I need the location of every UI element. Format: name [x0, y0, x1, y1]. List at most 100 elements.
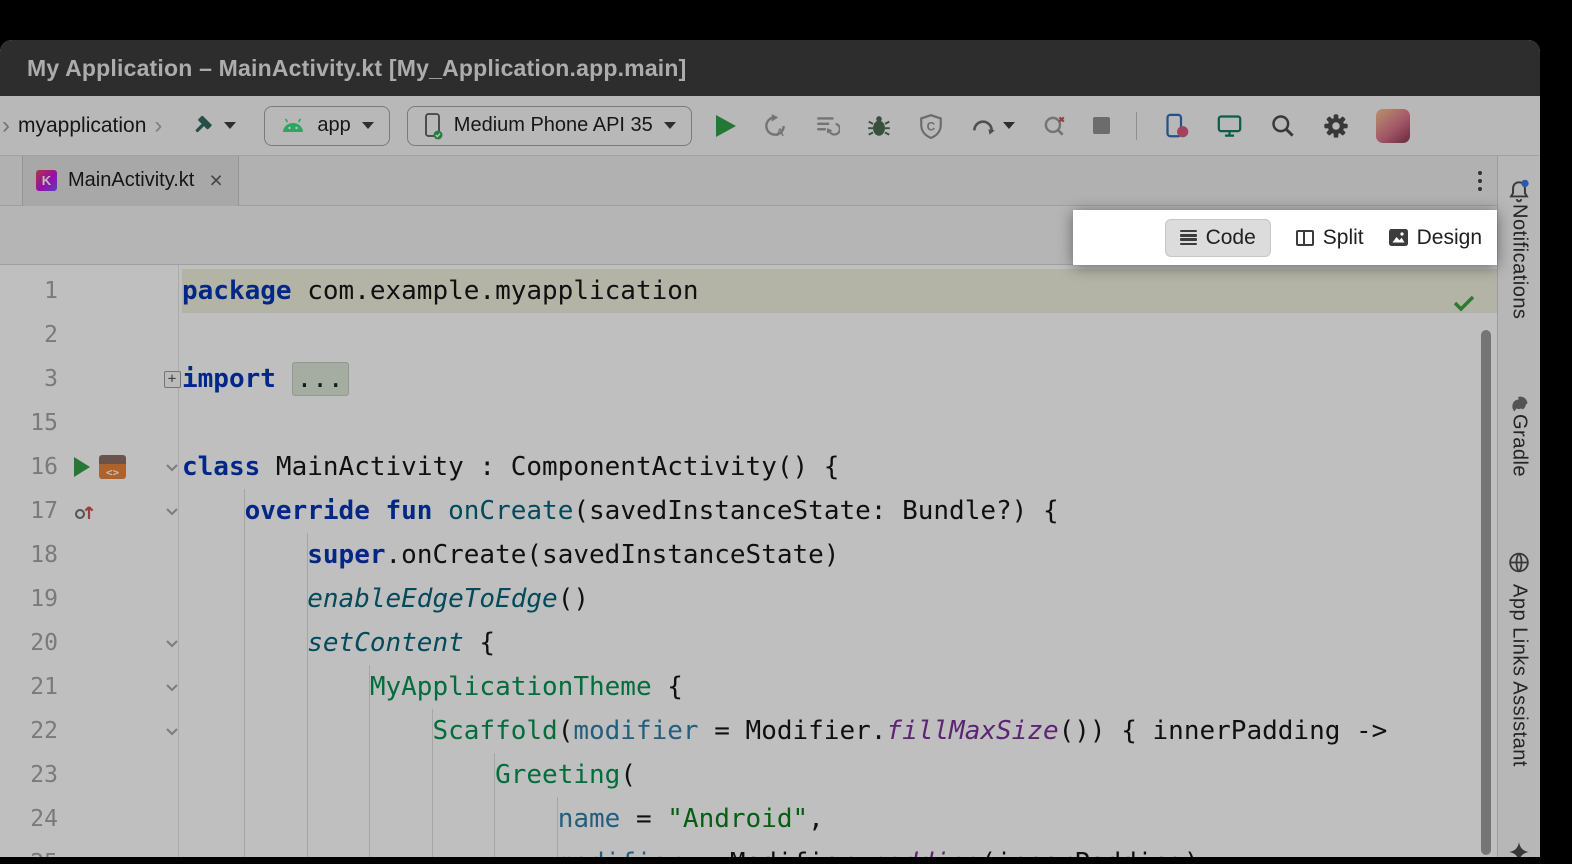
android-studio-window: My Application – MainActivity.kt [My_App…	[0, 40, 1540, 857]
svg-text:C: C	[926, 119, 935, 133]
phone-device-icon	[423, 112, 443, 140]
code-line[interactable]: 15	[0, 401, 1497, 445]
design-view-icon	[1389, 229, 1408, 246]
code-line[interactable]: 23 Greeting(	[0, 753, 1497, 797]
line-number: 21	[0, 665, 58, 709]
profiler-caret-icon	[1003, 122, 1015, 129]
running-devices-icon[interactable]	[1216, 112, 1243, 139]
apply-changes-icon[interactable]: A	[762, 113, 788, 139]
settings-gear-icon[interactable]	[1322, 112, 1350, 140]
overriding-method-icon[interactable]	[74, 500, 96, 522]
run-button[interactable]	[716, 115, 736, 137]
device-label: Medium Phone API 35	[454, 114, 653, 137]
view-mode-code-button[interactable]: Code	[1165, 219, 1271, 257]
gutter-icons: <>	[58, 455, 162, 479]
window-titlebar[interactable]: My Application – MainActivity.kt [My_App…	[0, 40, 1540, 96]
run-configuration-label: app	[317, 114, 350, 137]
attach-debugger-icon[interactable]	[1041, 113, 1067, 139]
code-text: name = "Android",	[182, 797, 1497, 841]
more-options-icon[interactable]	[1478, 171, 1482, 191]
code-lines: 1 package com.example.myapplication23 +imp…	[0, 265, 1497, 857]
code-line[interactable]: 17 override fun onCreate(savedInstanceSt…	[0, 489, 1497, 533]
code-text: class MainActivity : ComponentActivity()…	[182, 445, 1497, 489]
split-view-label: Split	[1323, 226, 1364, 250]
fold-marker[interactable]	[162, 683, 182, 692]
run-gutter-icon[interactable]	[74, 457, 90, 477]
device-manager-icon[interactable]	[1163, 112, 1190, 139]
line-number: 17	[0, 489, 58, 533]
code-text: setContent {	[182, 621, 1497, 665]
code-line[interactable]: 22 Scaffold(modifier = Modifier.fillMaxS…	[0, 709, 1497, 753]
debug-icon[interactable]	[866, 113, 892, 139]
profiler-icon	[970, 113, 996, 139]
view-mode-split-button[interactable]: Split	[1296, 226, 1364, 250]
android-icon	[280, 118, 306, 134]
project-breadcrumb[interactable]: myapplication	[18, 114, 146, 138]
apply-code-changes-icon[interactable]	[814, 113, 840, 139]
window-title: My Application – MainActivity.kt [My_App…	[27, 55, 687, 82]
profiler-button[interactable]	[970, 113, 1015, 139]
stripe-label-notifications[interactable]: Notifications	[1508, 204, 1531, 319]
fold-marker[interactable]	[162, 727, 182, 736]
fold-marker[interactable]	[162, 639, 182, 648]
device-select[interactable]: Medium Phone API 35	[407, 106, 692, 146]
editor-tab-bar: K MainActivity.kt ×	[0, 156, 1497, 206]
tab-close-icon[interactable]: ×	[209, 169, 222, 192]
app-links-icon[interactable]	[1507, 550, 1532, 580]
fold-marker[interactable]	[162, 507, 182, 516]
toolbar-action-icons: A	[716, 109, 1410, 143]
inspection-ok-icon[interactable]	[1453, 282, 1475, 326]
stop-button[interactable]	[1093, 117, 1110, 134]
fold-marker[interactable]: +	[162, 371, 182, 388]
fold-marker[interactable]	[162, 463, 182, 472]
code-line[interactable]: 24 name = "Android",	[0, 797, 1497, 841]
left-edge-chevron-icon: ›	[2, 112, 10, 140]
expand-fold-icon[interactable]: +	[164, 371, 181, 388]
code-line[interactable]: 1 package com.example.myapplication	[0, 269, 1497, 313]
code-line[interactable]: 25 modifier = Modifier.padding(innerPadd…	[0, 841, 1497, 857]
line-number: 1	[0, 269, 58, 313]
svg-text:A: A	[776, 126, 784, 138]
code-line[interactable]: 21 MyApplicationTheme {	[0, 665, 1497, 709]
code-text: import ...	[182, 357, 1497, 401]
code-line[interactable]: 20 setContent {	[0, 621, 1497, 665]
search-icon[interactable]	[1269, 112, 1296, 139]
gemini-sparkle-icon[interactable]	[1507, 840, 1531, 857]
build-button[interactable]	[190, 113, 236, 139]
line-number: 16	[0, 445, 58, 489]
code-line[interactable]: 3 +import ...	[0, 357, 1497, 401]
editor-scrollbar[interactable]	[1481, 330, 1491, 855]
code-text: enableEdgeToEdge()	[182, 577, 1497, 621]
code-line[interactable]: 18 super.onCreate(savedInstanceState)	[0, 533, 1497, 577]
toolbar-separator	[1136, 112, 1137, 140]
code-text: modifier = Modifier.padding(innerPadding…	[182, 841, 1497, 857]
build-dropdown-caret-icon	[224, 122, 236, 129]
code-text: package com.example.myapplication	[182, 269, 1497, 313]
code-line[interactable]: 2	[0, 313, 1497, 357]
code-editor[interactable]: 1 package com.example.myapplication23 +imp…	[0, 265, 1497, 857]
code-text: Greeting(	[182, 753, 1497, 797]
main-toolbar: › myapplication › app	[0, 96, 1540, 156]
stripe-label-app-links[interactable]: App Links Assistant	[1508, 584, 1531, 767]
view-mode-design-button[interactable]: Design	[1389, 226, 1482, 250]
design-view-label: Design	[1417, 226, 1482, 250]
line-number: 22	[0, 709, 58, 753]
line-number: 20	[0, 621, 58, 665]
line-number: 15	[0, 401, 58, 445]
line-number: 18	[0, 533, 58, 577]
code-text: MyApplicationTheme {	[182, 665, 1497, 709]
line-number: 3	[0, 357, 58, 401]
user-avatar[interactable]	[1376, 109, 1410, 143]
code-line[interactable]: 19 enableEdgeToEdge()	[0, 577, 1497, 621]
code-text: override fun onCreate(savedInstanceState…	[182, 489, 1497, 533]
run-configuration-select[interactable]: app	[264, 106, 389, 146]
tab-mainactivity[interactable]: K MainActivity.kt ×	[22, 156, 239, 206]
code-text: super.onCreate(savedInstanceState)	[182, 533, 1497, 577]
profiler-shield-icon[interactable]: C	[918, 113, 944, 139]
line-number: 25	[0, 841, 58, 857]
stripe-label-gradle[interactable]: Gradle	[1508, 414, 1531, 477]
split-view-icon	[1296, 230, 1314, 246]
code-text: Scaffold(modifier = Modifier.fillMaxSize…	[182, 709, 1497, 753]
compose-gutter-icon[interactable]: <>	[99, 455, 126, 479]
code-line[interactable]: 16 <> class MainActivity : ComponentActivi…	[0, 445, 1497, 489]
